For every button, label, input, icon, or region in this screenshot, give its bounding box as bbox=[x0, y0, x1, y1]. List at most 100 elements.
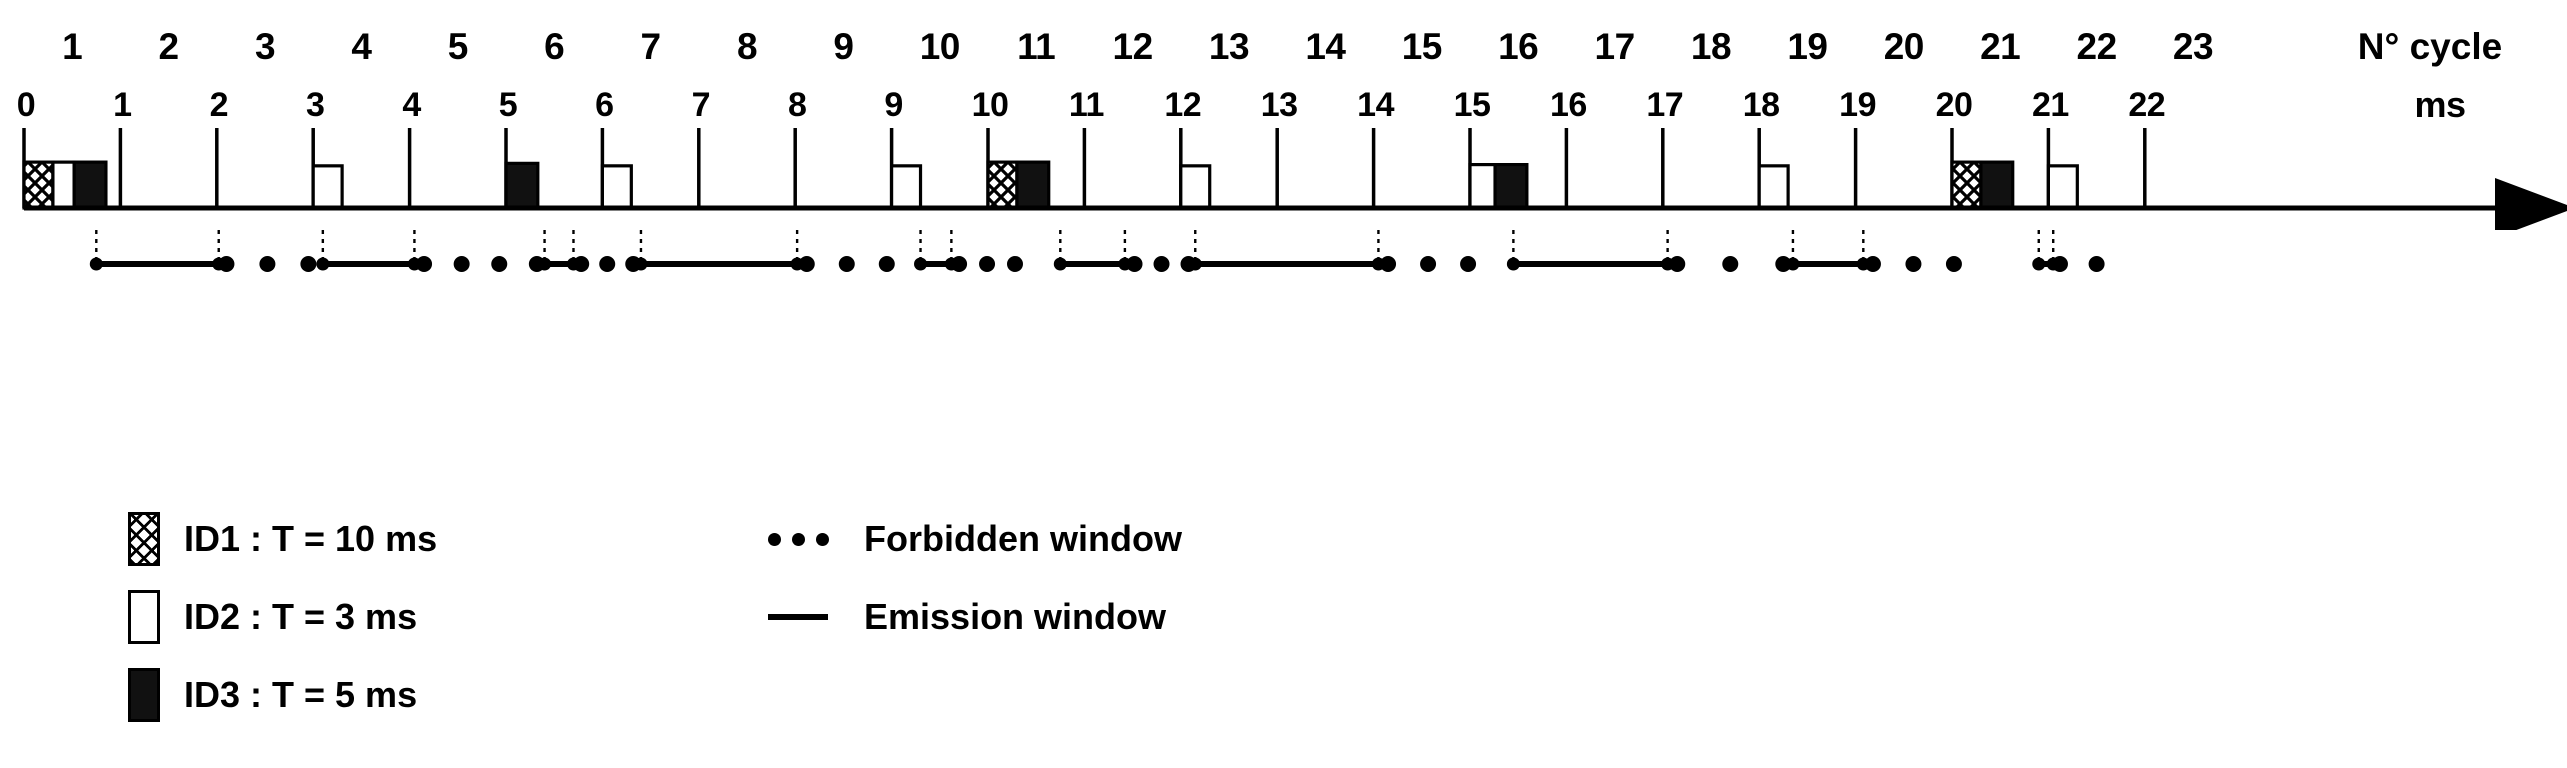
pulse-block-id1 bbox=[986, 160, 1019, 210]
emission-window-endcap bbox=[316, 257, 330, 271]
pulse-block-id2 bbox=[889, 164, 923, 210]
legend-marker bbox=[768, 614, 842, 620]
forbidden-window-dot bbox=[1180, 256, 1197, 272]
forbidden-window-dot bbox=[798, 256, 815, 272]
cycle-number: 22 bbox=[2076, 26, 2118, 67]
forbidden-window-dot bbox=[1775, 256, 1792, 272]
pulse-block-id2 bbox=[2046, 164, 2079, 210]
legend-label: Forbidden window bbox=[864, 518, 1182, 559]
legend: ID1 : T = 10 ms ID2 : T = 3 ms ID3 : T = 5… bbox=[0, 500, 2567, 768]
forbidden-window-dot bbox=[2051, 256, 2068, 272]
forbidden-window-dot bbox=[1153, 256, 1170, 272]
cycle-number: 11 bbox=[1017, 26, 1056, 67]
cycle-number: 12 bbox=[1112, 26, 1154, 67]
legend-window-column: Forbidden window Emission window bbox=[768, 500, 1182, 656]
cycle-number: 18 bbox=[1690, 26, 1732, 67]
pulse-block-id3 bbox=[504, 161, 540, 210]
forbidden-window-dot bbox=[1460, 256, 1477, 272]
cycle-number-row: 1 2 3 4 5 6 7 8 9 10 11 12 13 14 15 16 17 18 19 20 21 22 23 N° … bbox=[0, 24, 2567, 80]
emission-window-endcap bbox=[1506, 257, 1520, 271]
cycle-number: 6 bbox=[544, 26, 565, 67]
forbidden-window-dot bbox=[1126, 256, 1143, 272]
pulse-block-id2 bbox=[1468, 162, 1497, 210]
hatched-swatch bbox=[128, 512, 160, 566]
pulse-block-id2 bbox=[51, 160, 76, 210]
forbidden-window-dot bbox=[528, 256, 545, 272]
emission-window-endcap bbox=[1053, 257, 1067, 271]
pulse-blocks-group bbox=[22, 160, 2079, 210]
forbidden-window-dot bbox=[1669, 256, 1686, 272]
forbidden-window-dot bbox=[951, 256, 968, 272]
legend-marker bbox=[768, 532, 842, 546]
forbidden-window-dot bbox=[625, 256, 642, 272]
legend-row-window-0: Forbidden window bbox=[768, 500, 1182, 578]
cycle-number: 15 bbox=[1401, 26, 1443, 67]
pulse-block-id3 bbox=[72, 160, 108, 210]
cycle-number: 19 bbox=[1787, 26, 1828, 67]
cycle-number: 7 bbox=[640, 26, 662, 67]
forbidden-window-dot bbox=[300, 256, 317, 272]
forbidden-window-dot bbox=[491, 256, 508, 272]
white-swatch bbox=[128, 590, 160, 644]
forbidden-window-dot bbox=[1864, 256, 1881, 272]
cycle-number: 21 bbox=[1980, 26, 2021, 67]
cycle-number: 20 bbox=[1883, 26, 1925, 67]
forbidden-window-dot bbox=[878, 256, 895, 272]
forbidden-window-dot bbox=[1006, 256, 1023, 272]
forbidden-window-dot bbox=[1945, 256, 1962, 272]
cycle-number: 2 bbox=[158, 26, 180, 67]
emission-window-endcap bbox=[2032, 257, 2046, 271]
legend-row-id1: ID1 : T = 10 ms bbox=[128, 500, 437, 578]
pulse-block-id3 bbox=[1979, 160, 2015, 210]
forbidden-window-dot bbox=[979, 256, 996, 272]
forbidden-window-dot bbox=[218, 256, 235, 272]
emission-window-endcap bbox=[914, 257, 928, 271]
cycle-number: 3 bbox=[254, 26, 276, 67]
cycle-number: 16 bbox=[1498, 26, 1539, 67]
legend-label: ID2 : T = 3 ms bbox=[184, 596, 418, 637]
forbidden-window-dot bbox=[453, 256, 470, 272]
cycle-number: 13 bbox=[1208, 26, 1250, 67]
forbidden-window-dot bbox=[259, 256, 276, 272]
pulse-block-id2 bbox=[1179, 164, 1212, 210]
forbidden-window-dot bbox=[573, 256, 590, 272]
emission-windows-group bbox=[89, 257, 2060, 271]
legend-row-id2: ID2 : T = 3 ms bbox=[128, 578, 437, 656]
legend-label: Emission window bbox=[864, 596, 1167, 637]
cycle-number: 5 bbox=[447, 26, 469, 67]
cycle-number: 1 bbox=[62, 26, 83, 67]
forbidden-window-dot bbox=[1380, 256, 1397, 272]
legend-row-id3: ID3 : T = 5 ms bbox=[128, 656, 437, 734]
legend-label: ID1 : T = 10 ms bbox=[184, 518, 438, 559]
forbidden-window-dot bbox=[838, 256, 855, 272]
emission-window-endcap bbox=[89, 257, 103, 271]
forbidden-window-dot bbox=[416, 256, 433, 272]
pulse-block-id2 bbox=[311, 164, 344, 210]
window-guide-lines-group bbox=[95, 230, 2055, 274]
legend-label: ID3 : T = 5 ms bbox=[184, 674, 418, 715]
cycle-number: 14 bbox=[1305, 26, 1346, 67]
window-bars bbox=[89, 230, 2105, 274]
pulse-block-id2 bbox=[1757, 164, 1790, 210]
line-marker bbox=[768, 614, 828, 620]
timing-diagram: 1 2 3 4 5 6 7 8 9 10 11 12 13 14 15 16 17 18 19 20 21 22 23 N° … bbox=[0, 0, 2567, 768]
forbidden-window-dot bbox=[1722, 256, 1739, 272]
cycle-number: 9 bbox=[833, 26, 854, 67]
forbidden-window-dot bbox=[1420, 256, 1437, 272]
pulse-block-id1 bbox=[22, 160, 55, 210]
forbidden-window-dot bbox=[599, 256, 616, 272]
pulse-block-id2 bbox=[600, 164, 633, 210]
cycle-axis-label: N° cycle bbox=[2357, 26, 2503, 67]
cycle-number: 10 bbox=[919, 26, 961, 67]
cycle-number: 23 bbox=[2172, 26, 2214, 67]
cycle-number: 17 bbox=[1594, 26, 1636, 67]
pulse-block-id3 bbox=[1015, 160, 1051, 210]
legend-id-column: ID1 : T = 10 ms ID2 : T = 3 ms ID3 : T = 5… bbox=[128, 500, 437, 734]
pulse-block-id3 bbox=[1493, 162, 1529, 210]
black-swatch bbox=[128, 668, 160, 722]
cycle-number: 4 bbox=[351, 26, 372, 67]
forbidden-window-dot bbox=[1905, 256, 1922, 272]
timeline-axis bbox=[22, 128, 2567, 230]
pulse-block-id1 bbox=[1950, 160, 1983, 210]
dots-marker bbox=[768, 532, 829, 546]
